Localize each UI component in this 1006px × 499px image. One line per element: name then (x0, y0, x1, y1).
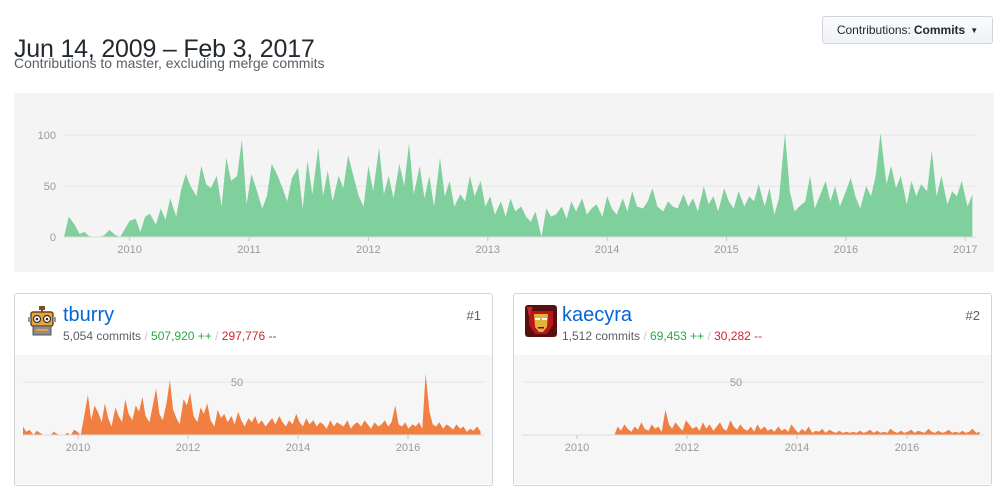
contributions-dropdown-value: Commits (913, 23, 966, 37)
contributor-graph-x-tick-label: 2012 (176, 442, 200, 454)
deletions-count: 297,776 -- (221, 329, 277, 343)
commit-count: 1,512 commits (562, 329, 641, 343)
main-graph-x-tick-label: 2015 (714, 244, 738, 256)
contributor-graph-x-tick-label: 2014 (286, 442, 310, 454)
additions-count: 507,920 ++ (151, 329, 212, 343)
ironman-avatar-icon[interactable] (525, 305, 557, 337)
contributor-username-link[interactable]: kaecyra (562, 304, 632, 327)
contributions-dropdown-prefix: Contributions: (836, 23, 911, 37)
contributor-rank: #2 (965, 308, 980, 323)
main-graph-x-tick-label: 2010 (117, 244, 141, 256)
contributor-stats: 5,054 commits / 507,920 ++ / 297,776 -- (63, 329, 277, 343)
contributor-graph-y-tick-label: 50 (730, 377, 742, 389)
contributor-graph-tburry: 50 2010 2012 2014 2016 (15, 355, 492, 484)
main-graph-x-tick-label: 2013 (476, 244, 500, 256)
main-graph-y-tick-label: 0 (50, 232, 56, 244)
contributor-graph-y-tick-label: 50 (231, 377, 243, 389)
main-graph-x-tick-label: 2011 (237, 244, 261, 256)
additions-count: 69,453 ++ (650, 329, 705, 343)
caret-down-icon: ▼ (970, 25, 979, 35)
contributions-graph[interactable]: 0 50 100 2010 2011 2012 2013 2014 2015 2016 2017 (14, 93, 994, 272)
contributions-graph-svg: 0 50 100 2010 2011 2012 2013 2014 2015 2016 2017 (38, 130, 978, 256)
contributor-graph-x-tick-label: 2016 (396, 442, 420, 454)
main-graph-x-tick-label: 2012 (356, 244, 380, 256)
contributor-graph-kaecyra: 50 2010 2012 2014 2016 (514, 355, 991, 484)
contributor-graph-x-tick-label: 2014 (785, 442, 809, 454)
page-subtitle: Contributions to master, excluding merge… (14, 55, 325, 71)
contributor-rank: #1 (466, 308, 481, 323)
contributor-username-link[interactable]: tburry (63, 304, 114, 327)
contributor-card-tburry: tburry #1 5,054 commits / 507,920 ++ / 2… (14, 293, 493, 486)
main-graph-x-tick-label: 2017 (953, 244, 977, 256)
robot-avatar-icon[interactable] (26, 305, 58, 337)
main-graph-x-tick-label: 2014 (595, 244, 619, 256)
contributions-type-dropdown[interactable]: Contributions: Commits ▼ (822, 16, 993, 44)
contributor-graph-x-tick-label: 2016 (895, 442, 919, 454)
contributor-graph-bg (514, 355, 991, 484)
contributor-graph-x-tick-label: 2010 (66, 442, 90, 454)
main-graph-area (64, 133, 973, 237)
main-graph-y-tick-label: 50 (44, 181, 56, 193)
contributor-card-kaecyra: kaecyra #2 1,512 commits / 69,453 ++ / 3… (513, 293, 992, 486)
main-graph-x-tick-label: 2016 (834, 244, 858, 256)
contributor-graph-x-tick-label: 2012 (675, 442, 699, 454)
contributor-stats: 1,512 commits / 69,453 ++ / 30,282 -- (562, 329, 763, 343)
contributor-graph-x-tick-label: 2010 (565, 442, 589, 454)
main-graph-y-tick-label: 100 (38, 130, 56, 142)
deletions-count: 30,282 -- (714, 329, 763, 343)
commit-count: 5,054 commits (63, 329, 142, 343)
